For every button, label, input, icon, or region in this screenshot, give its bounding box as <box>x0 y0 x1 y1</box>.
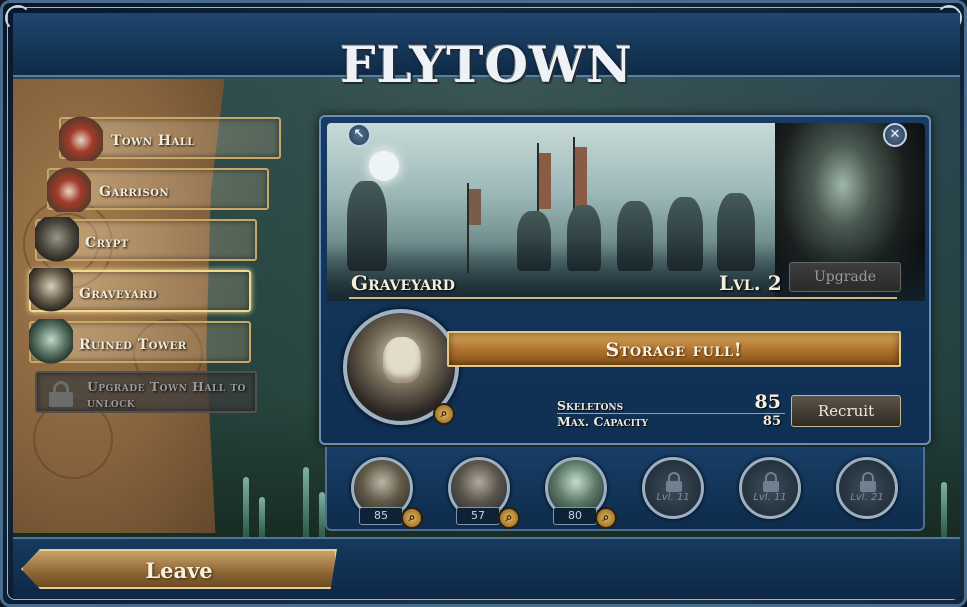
menu-item-label: Graveyard <box>79 286 158 302</box>
menu-item-label: Upgrade Town Hall to unlock <box>87 379 246 410</box>
grass-blade <box>243 477 249 537</box>
banner-flag <box>575 147 587 207</box>
banner-flag <box>539 153 551 209</box>
building-level: Lvl. 2 <box>719 271 782 295</box>
unit-slot-count: 57 <box>456 507 500 525</box>
ruined-tower-icon <box>29 319 73 365</box>
menu-item-town-hall[interactable]: Town Hall <box>59 115 281 161</box>
menu-item-garrison[interactable]: Garrison <box>47 166 269 212</box>
unit-slot-locked: Lvl. 11 <box>642 457 704 519</box>
menu-item-ruined-tower[interactable]: Ruined Tower <box>29 319 251 365</box>
building-detail-panel: ↖ ✕ Graveyard Lvl. 2 Upgrade ⌕ Storage f… <box>319 115 931 445</box>
unit-label: Skeletons <box>557 398 624 413</box>
unit-slot-count: 85 <box>359 507 403 525</box>
game-window: FLYTOWN Town Hall Garrison Crypt Graveya… <box>0 0 967 607</box>
menu-item-label: Crypt <box>85 235 129 251</box>
upgrade-button[interactable]: Upgrade <box>789 262 901 292</box>
unlock-level: Lvl. 11 <box>753 492 787 503</box>
grass-blade <box>259 497 265 537</box>
capacity-value: 85 <box>762 414 781 429</box>
lock-icon <box>49 381 73 407</box>
close-icon[interactable]: ✕ <box>883 123 907 147</box>
inspect-unit-icon[interactable]: ⌕ <box>595 507 617 529</box>
title-divider <box>349 297 897 299</box>
crypt-icon <box>35 217 79 263</box>
garrison-icon <box>47 166 91 212</box>
storage-progress-bar: Storage full! <box>447 331 901 367</box>
inspect-unit-icon[interactable]: ⌕ <box>498 507 520 529</box>
town-hall-icon <box>59 115 103 161</box>
menu-item-graveyard[interactable]: Graveyard <box>29 268 251 314</box>
unit-count: 85 <box>754 391 781 413</box>
unit-slot-locked: Lvl. 21 <box>836 457 898 519</box>
inspect-unit-icon[interactable]: ⌕ <box>433 403 455 425</box>
menu-item-locked: Upgrade Town Hall to unlock <box>35 371 257 413</box>
menu-item-label: Ruined Tower <box>79 337 187 353</box>
unlock-level: Lvl. 11 <box>656 492 690 503</box>
unit-tray: 85 ⌕ 57 ⌕ 80 ⌕ Lvl. 11 Lvl. 11 Lvl. 21 <box>325 447 925 531</box>
inspect-unit-icon[interactable]: ⌕ <box>401 507 423 529</box>
storage-status: Storage full! <box>605 339 743 361</box>
grass-blade <box>941 482 947 537</box>
menu-item-crypt[interactable]: Crypt <box>35 217 257 263</box>
leave-button[interactable]: Leave <box>21 549 337 589</box>
building-title: Graveyard <box>351 271 455 295</box>
unit-slot-locked: Lvl. 11 <box>739 457 801 519</box>
banner-flag <box>469 189 481 225</box>
unit-slot-count: 80 <box>553 507 597 525</box>
recruit-button[interactable]: Recruit <box>791 395 901 427</box>
leave-label: Leave <box>145 558 213 583</box>
grass-blade <box>303 467 309 537</box>
unlock-level: Lvl. 21 <box>850 492 884 503</box>
capacity-label: Max. Capacity <box>557 414 649 429</box>
title-banner: FLYTOWN <box>13 13 960 94</box>
moon <box>369 151 399 181</box>
back-icon[interactable]: ↖ <box>347 123 371 147</box>
menu-item-label: Town Hall <box>111 133 195 149</box>
graveyard-icon <box>29 268 73 314</box>
menu-item-label: Garrison <box>99 184 170 200</box>
skeleton-portrait-icon <box>383 337 421 383</box>
